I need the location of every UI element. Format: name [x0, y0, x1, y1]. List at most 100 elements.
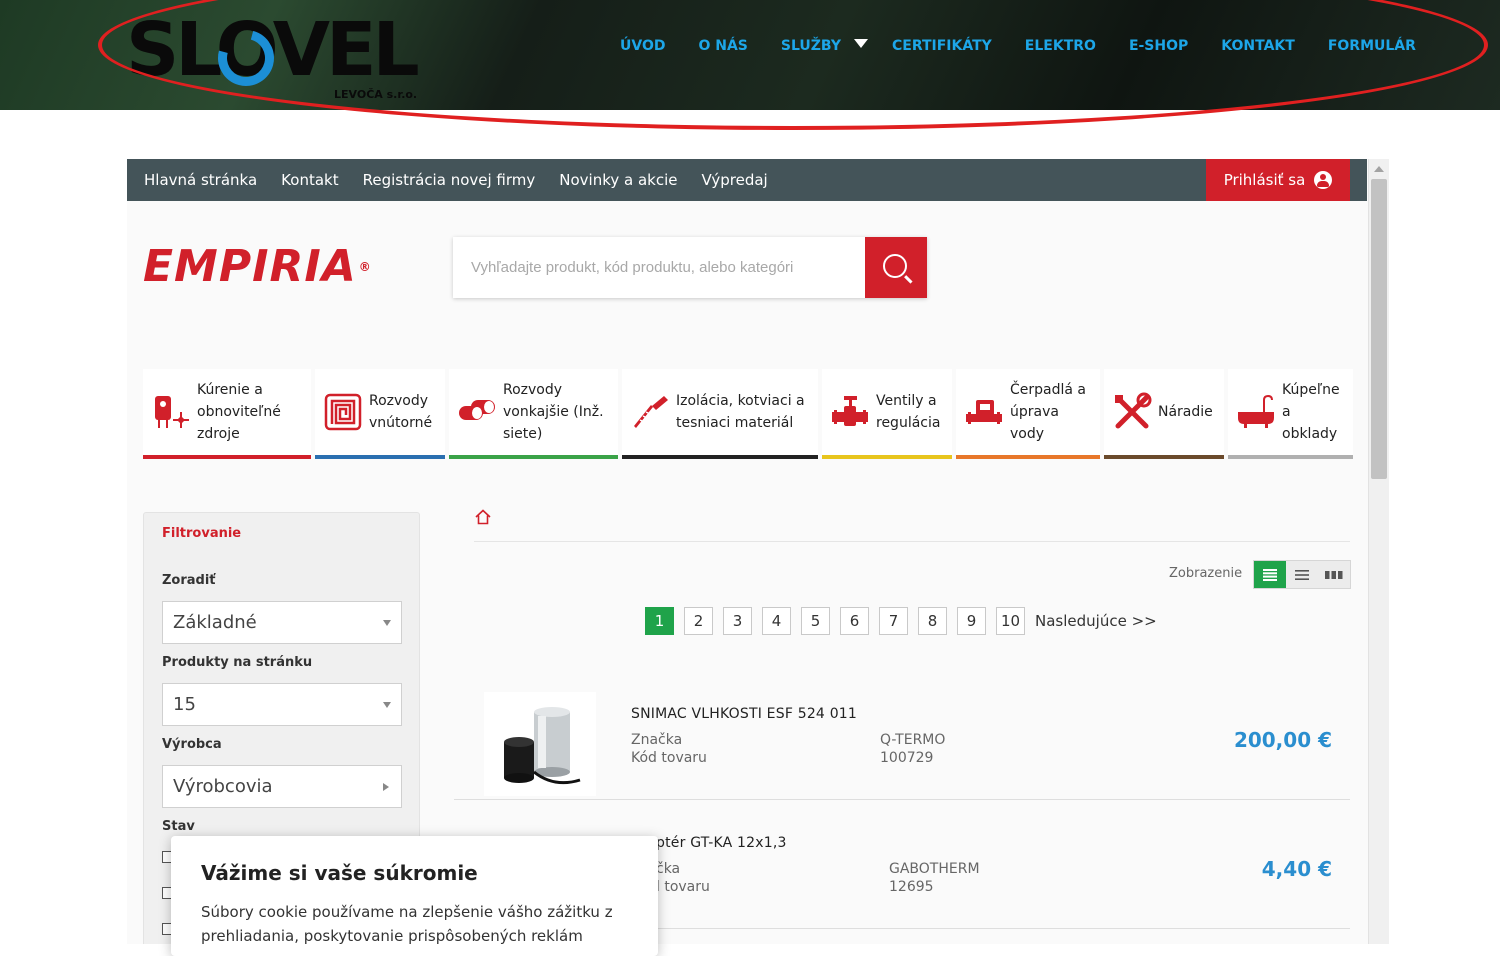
registered-mark: ® — [358, 260, 372, 274]
product-code-key: l tovaru — [656, 879, 710, 895]
login-label: Prihlásiť sa — [1223, 171, 1306, 189]
scroll-up-icon[interactable] — [1374, 166, 1384, 172]
chevron-down-icon — [383, 702, 391, 708]
product-code: 12695 — [889, 879, 934, 895]
category-bar: Kúrenie a obnoviteľné zdroje Rozvody vnú… — [143, 369, 1357, 459]
shop-nav-home[interactable]: Hlavná stránka — [144, 171, 257, 189]
list-icon — [1295, 569, 1309, 580]
page-button[interactable]: 10 — [996, 607, 1025, 635]
empiria-logo-text: EMPIRIA — [143, 241, 357, 292]
chevron-right-icon — [383, 783, 389, 791]
product-brand-key: čka — [656, 861, 681, 877]
category-insulation[interactable]: Izolácia, kotviaci a tesniaci materiál — [622, 369, 818, 459]
state-label: Stav — [162, 819, 195, 834]
breadcrumb-divider — [474, 541, 1350, 542]
page-button[interactable]: 9 — [957, 607, 986, 635]
category-label: Ventily a regulácia — [876, 393, 941, 431]
category-internal[interactable]: Rozvody vnútorné — [315, 369, 445, 459]
pipes-icon — [459, 400, 495, 420]
category-label: Náradie — [1158, 404, 1213, 420]
nav-formular[interactable]: FORMULÁR — [1328, 38, 1416, 54]
shop-nav-register[interactable]: Registrácia novej firmy — [363, 171, 536, 189]
product-name[interactable]: SNIMAC VLHKOSTI ESF 524 011 — [631, 706, 857, 722]
category-tools[interactable]: Náradie — [1104, 369, 1224, 459]
maker-select[interactable]: Výrobcovia — [162, 765, 402, 808]
view-detailed-list-button[interactable] — [1254, 561, 1286, 588]
nav-o-nas[interactable]: O NÁS — [698, 38, 747, 54]
page-button[interactable]: 2 — [684, 607, 713, 635]
page-button[interactable]: 1 — [645, 607, 674, 635]
page-button[interactable]: 6 — [840, 607, 869, 635]
category-bathrooms[interactable]: Kúpeľne a obklady — [1228, 369, 1353, 459]
bathtub-icon — [1238, 394, 1274, 428]
nav-sluzby[interactable]: SLUŽBY — [781, 38, 841, 54]
product-price: 200,00 € — [1233, 728, 1332, 752]
nav-certifikaty[interactable]: CERTIFIKÁTY — [892, 38, 992, 54]
product-image[interactable] — [484, 692, 596, 796]
screw-icon — [634, 396, 668, 428]
product-brand: Q-TERMO — [880, 732, 946, 748]
category-pumps[interactable]: Čerpadlá a úprava vody — [956, 369, 1100, 459]
tools-icon — [1115, 392, 1152, 429]
view-label: Zobrazenie — [1169, 566, 1243, 581]
shop-top-nav: Hlavná stránka Kontakt Registrácia novej… — [127, 159, 1367, 201]
slovel-logo-subtext: LEVOČA s.r.o. — [334, 88, 418, 101]
chevron-down-icon — [383, 620, 391, 626]
nav-e-shop[interactable]: E-SHOP — [1129, 38, 1188, 54]
category-label: Kúpeľne a obklady — [1282, 382, 1340, 442]
maker-label: Výrobca — [162, 737, 222, 752]
pagination: 1 2 3 4 5 6 7 8 9 10 Nasledujúce >> — [645, 607, 1157, 635]
category-label: Izolácia, kotviaci a tesniaci materiál — [676, 393, 805, 431]
product-brand-key: Značka — [631, 732, 683, 748]
per-page-value: 15 — [173, 694, 196, 715]
page-button[interactable]: 7 — [879, 607, 908, 635]
cookie-title: Vážime si vaše súkromie — [201, 861, 478, 885]
sort-label: Zoradiť — [162, 573, 216, 588]
category-label: Rozvody vnútorné — [369, 393, 433, 431]
next-page-link[interactable]: Nasledujúce >> — [1035, 612, 1157, 630]
per-page-label: Produkty na stránku — [162, 655, 313, 670]
slovel-logo[interactable]: SLOVEL LEVOČA s.r.o. — [126, 10, 426, 101]
cookie-dialog: Vážime si vaše súkromie Súbory cookie po… — [171, 836, 658, 956]
search-icon — [882, 254, 907, 278]
category-external[interactable]: Rozvody vonkajšie (Inž. siete) — [449, 369, 618, 459]
product-code: 100729 — [880, 750, 934, 766]
view-list-button[interactable] — [1286, 561, 1318, 588]
empiria-logo[interactable]: EMPIRIA ® — [143, 245, 372, 289]
site-header: SLOVEL LEVOČA s.r.o. ÚVOD O NÁS SLUŽBY C… — [0, 0, 1500, 110]
view-grid-button[interactable] — [1318, 561, 1350, 588]
page-button[interactable]: 5 — [801, 607, 830, 635]
nav-elektro[interactable]: ELEKTRO — [1025, 38, 1096, 54]
search-input[interactable] — [453, 237, 865, 298]
search-bar — [453, 237, 927, 298]
product-code-key: Kód tovaru — [631, 750, 707, 766]
nav-uvod[interactable]: ÚVOD — [620, 38, 665, 54]
nav-kontakt[interactable]: KONTAKT — [1221, 38, 1295, 54]
per-page-select[interactable]: 15 — [162, 683, 402, 726]
category-label: Rozvody vonkajšie (Inž. siete) — [503, 382, 604, 442]
category-valves[interactable]: Ventily a regulácia — [822, 369, 952, 459]
maker-value: Výrobcovia — [173, 776, 273, 797]
scroll-thumb[interactable] — [1371, 179, 1387, 479]
sort-select[interactable]: Základné — [162, 601, 402, 644]
page-button[interactable]: 4 — [762, 607, 791, 635]
category-label: Kúrenie a obnoviteľné zdroje — [197, 382, 281, 442]
search-button[interactable] — [865, 237, 927, 298]
shop-nav-news[interactable]: Novinky a akcie — [559, 171, 677, 189]
home-icon[interactable] — [475, 509, 491, 525]
floor-heating-icon — [324, 393, 362, 431]
shop-nav-contact[interactable]: Kontakt — [281, 171, 338, 189]
list-detailed-icon — [1263, 568, 1277, 581]
product-brand: GABOTHERM — [889, 861, 980, 877]
shop-nav-sale[interactable]: Výpredaj — [702, 171, 768, 189]
product-price: 4,40 € — [1261, 857, 1332, 881]
page-button[interactable]: 3 — [723, 607, 752, 635]
frame-scrollbar[interactable] — [1368, 159, 1389, 944]
login-button[interactable]: Prihlásiť sa — [1206, 159, 1350, 201]
chevron-down-icon[interactable] — [853, 38, 868, 48]
page-button[interactable]: 8 — [918, 607, 947, 635]
heater-icon — [155, 396, 189, 428]
product-name[interactable]: ptér GT-KA 12x1,3 — [656, 835, 787, 851]
category-heating[interactable]: Kúrenie a obnoviteľné zdroje — [143, 369, 311, 459]
grid-icon — [1325, 570, 1343, 579]
